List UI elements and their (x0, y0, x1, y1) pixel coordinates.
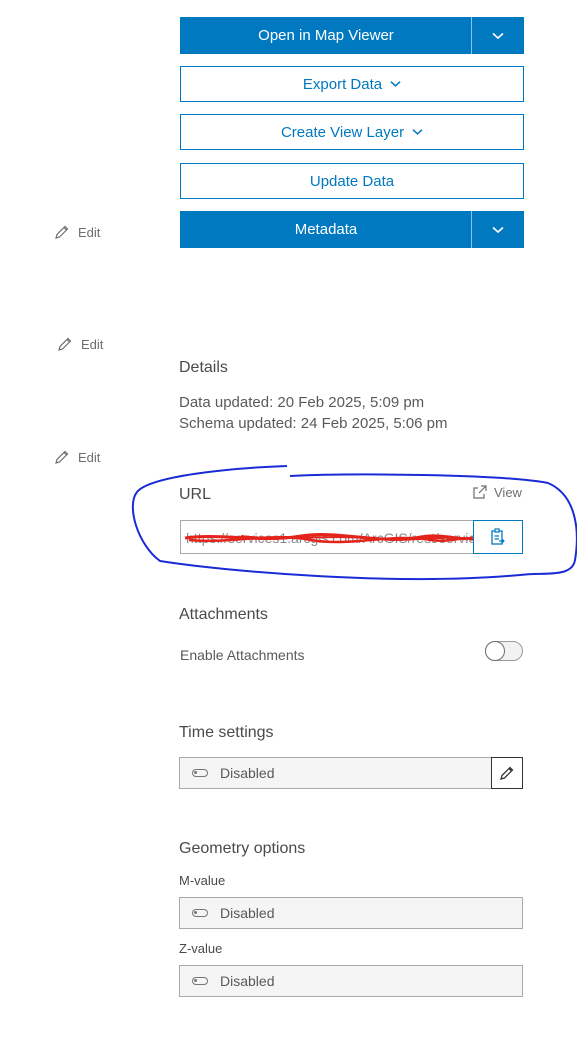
redaction-scribble (184, 533, 473, 544)
m-value-field: Disabled (179, 897, 523, 929)
export-data-button[interactable]: Export Data (180, 66, 524, 102)
copy-url-button[interactable] (473, 520, 523, 554)
pencil-icon (58, 337, 72, 351)
toggle-off-icon (192, 977, 208, 985)
z-value-text: Disabled (220, 973, 275, 989)
export-data-label: Export Data (302, 75, 383, 93)
edit-link-2[interactable]: Edit (57, 336, 103, 352)
chevron-down-icon (412, 129, 423, 135)
open-map-viewer-dropdown[interactable] (471, 17, 524, 54)
time-settings-field: Disabled (179, 757, 492, 789)
chevron-down-icon (492, 32, 504, 39)
open-map-viewer-button[interactable]: Open in Map Viewer (180, 17, 524, 54)
enable-attachments-label: Enable Attachments (180, 647, 305, 663)
pencil-icon (55, 225, 69, 239)
attachments-title: Attachments (179, 606, 268, 623)
toggle-knob (485, 641, 505, 661)
pencil-icon (500, 766, 514, 780)
chevron-down-icon (492, 226, 504, 233)
view-link[interactable]: View (472, 484, 522, 500)
open-map-viewer-label: Open in Map Viewer (258, 27, 394, 44)
schema-updated-text: Schema updated: 24 Feb 2025, 5:06 pm (179, 415, 448, 432)
z-value-field: Disabled (179, 965, 523, 997)
z-value-label: Z-value (179, 941, 223, 956)
edit-label: Edit (78, 224, 101, 240)
view-label: View (494, 484, 522, 500)
update-data-label: Update Data (309, 172, 395, 190)
edit-label: Edit (78, 449, 101, 465)
url-label: URL (179, 486, 212, 503)
metadata-dropdown[interactable] (471, 211, 524, 248)
metadata-label: Metadata (294, 221, 358, 238)
edit-label: Edit (81, 336, 104, 352)
m-value-label: M-value (179, 873, 226, 888)
create-view-layer-button[interactable]: Create View Layer (180, 114, 524, 150)
pencil-icon (55, 450, 69, 464)
edit-link-3[interactable]: Edit (54, 449, 100, 465)
metadata-button[interactable]: Metadata (180, 211, 524, 248)
time-settings-title: Time settings (179, 724, 274, 741)
edit-link-1[interactable]: Edit (54, 224, 100, 240)
chevron-down-icon (390, 81, 401, 87)
time-settings-value: Disabled (220, 765, 275, 781)
edit-time-settings-button[interactable] (491, 757, 523, 789)
data-updated-text: Data updated: 20 Feb 2025, 5:09 pm (179, 394, 425, 411)
url-field[interactable]: https://services1.arcgis.com/ArcGIS/rest… (180, 520, 474, 554)
update-data-button[interactable]: Update Data (180, 163, 524, 199)
enable-attachments-toggle[interactable] (485, 641, 523, 661)
create-view-layer-label: Create View Layer (280, 123, 405, 141)
m-value-text: Disabled (220, 905, 275, 921)
clipboard-icon (491, 528, 505, 545)
toggle-off-icon (192, 769, 208, 777)
toggle-off-icon (192, 909, 208, 917)
geometry-options-title: Geometry options (179, 840, 306, 857)
external-link-icon (473, 485, 487, 499)
details-title: Details (179, 359, 228, 376)
